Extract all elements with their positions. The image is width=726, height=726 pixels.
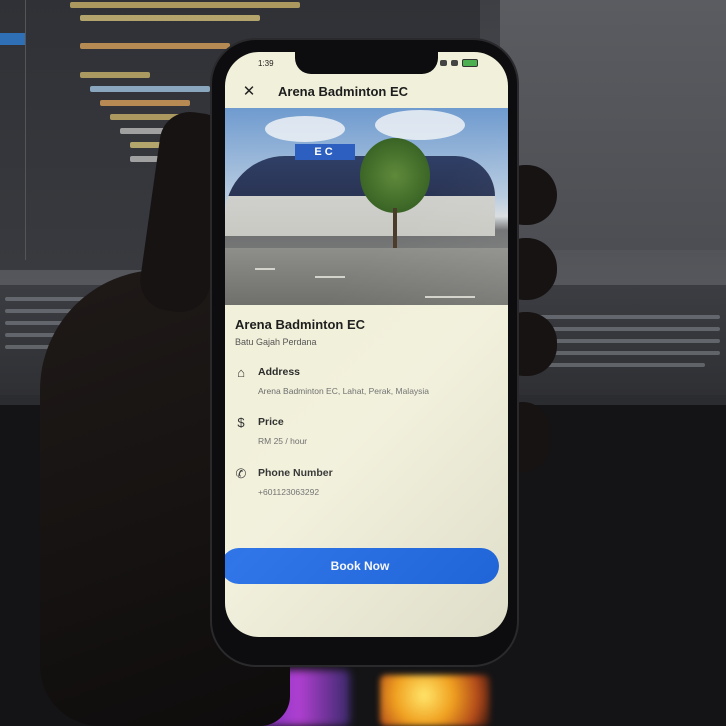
status-icons	[440, 59, 478, 67]
road-marking	[315, 276, 345, 278]
phone-screen: 1:39 ✕ Arena Badminton EC EC Arena Badmi…	[225, 52, 508, 637]
terminal-line	[525, 315, 720, 319]
tree-trunk	[393, 208, 397, 248]
wifi-icon	[440, 60, 447, 66]
building-sign: EC	[295, 144, 355, 160]
signal-icon	[451, 60, 458, 66]
phone-label: Phone Number	[258, 467, 333, 479]
code-line	[80, 15, 260, 21]
terminal-line	[525, 363, 705, 367]
address-value: Arena Badminton EC, Lahat, Perak, Malays…	[258, 386, 430, 396]
code-line	[90, 86, 210, 92]
phone-row: ✆ Phone Number +601123063292	[233, 466, 503, 516]
phone-icon: ✆	[235, 466, 247, 481]
code-line	[100, 100, 190, 106]
cloud	[265, 116, 345, 142]
price-label: Price	[258, 416, 284, 428]
editor-gutter	[25, 0, 26, 260]
venue-location: Batu Gajah Perdana	[235, 337, 317, 347]
code-line	[70, 2, 300, 8]
tree	[360, 138, 430, 213]
home-icon: ⌂	[237, 365, 245, 380]
code-line	[80, 72, 150, 78]
phone-value[interactable]: +601123063292	[258, 487, 319, 497]
status-time: 1:39	[258, 59, 274, 68]
address-label: Address	[258, 366, 301, 378]
battery-icon	[462, 59, 478, 67]
editor-selection	[0, 33, 25, 45]
venue-photo: EC	[225, 108, 508, 305]
venue-name: Arena Badminton EC	[235, 317, 366, 332]
code-line	[80, 43, 230, 49]
page-title: Arena Badminton EC	[278, 84, 409, 99]
dollar-icon: $	[237, 415, 245, 430]
price-row: $ Price RM 25 / hour	[233, 415, 503, 465]
road-marking	[425, 296, 475, 298]
book-now-button[interactable]: Book Now	[225, 548, 499, 584]
close-icon[interactable]: ✕	[241, 84, 257, 100]
price-value: RM 25 / hour	[258, 436, 308, 446]
road-marking	[255, 268, 275, 270]
address-row: ⌂ Address Arena Badminton EC, Lahat, Per…	[233, 365, 503, 415]
keyboard-rgb-glow	[380, 675, 490, 726]
status-bar: 1:39	[225, 52, 508, 76]
road	[225, 248, 508, 305]
cloud	[375, 110, 465, 140]
